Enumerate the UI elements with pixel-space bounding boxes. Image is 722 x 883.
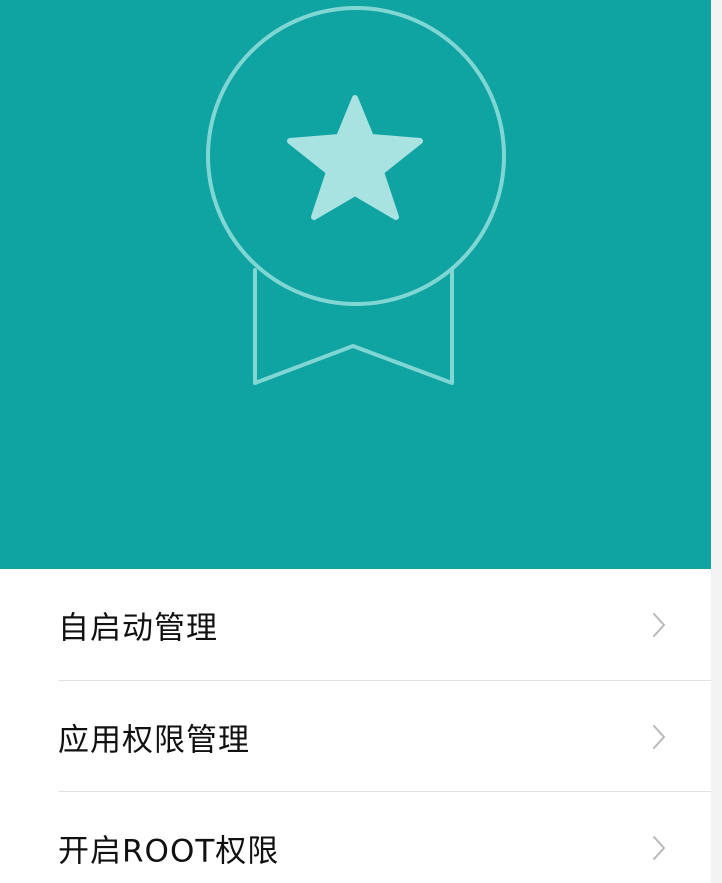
enable-root-permission-label: 开启ROOT权限: [58, 833, 280, 869]
app-permission-management-label: 应用权限管理: [58, 722, 250, 758]
hero-banner: [0, 0, 711, 569]
medal-star-icon: [206, 6, 506, 385]
app-permission-management-item[interactable]: 应用权限管理: [0, 681, 711, 792]
enable-root-permission-item[interactable]: 开启ROOT权限: [0, 792, 711, 883]
permission-management-screen: 自启动管理 应用权限管理 开启ROOT权限: [0, 0, 722, 883]
auto-start-management-label: 自启动管理: [58, 610, 218, 646]
chevron-right-icon: [653, 835, 665, 860]
chevron-right-icon: [653, 724, 665, 749]
chevron-right-icon: [653, 612, 665, 637]
scroll-edge: [711, 0, 722, 883]
auto-start-management-item[interactable]: 自启动管理: [0, 569, 711, 680]
settings-list: 自启动管理 应用权限管理 开启ROOT权限: [0, 569, 711, 883]
